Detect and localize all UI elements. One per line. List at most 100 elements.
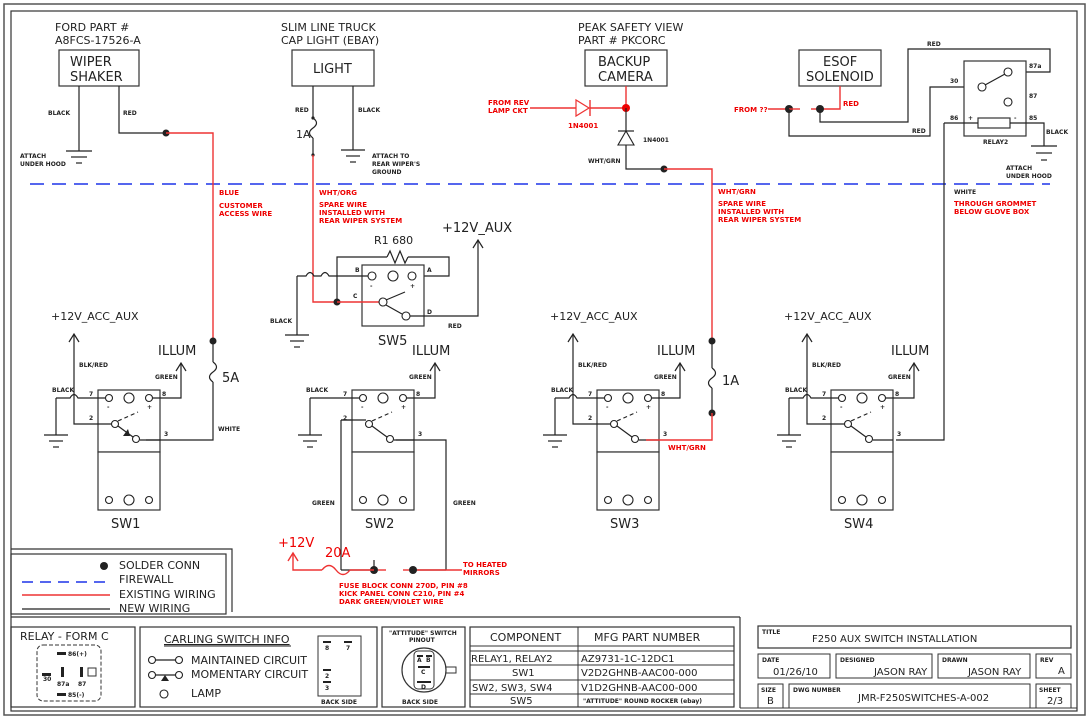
- sw3-wht-grn-label: WHT/GRN: [668, 444, 706, 452]
- fuse-note-3: DARK GREEN/VIOLET WIRE: [339, 598, 444, 606]
- light-black-label: BLACK: [358, 107, 380, 114]
- camera-spare-1: SPARE WIRE: [718, 200, 766, 208]
- drawn-label: DRAWN: [942, 657, 968, 664]
- legend-firewall: FIREWALL: [119, 573, 174, 586]
- sw2-pin-8: 8: [416, 391, 420, 398]
- relay2-pin-87: 87: [1029, 93, 1037, 100]
- fuse-note-2: KICK PANEL CONN C210, PIN #4: [339, 590, 464, 598]
- sw3-supply: +12V_ACC_AUX: [550, 310, 638, 323]
- sw5-red-label: RED: [448, 323, 462, 330]
- camera-label-1: BACKUP: [598, 55, 650, 70]
- drawing-title: F250 AUX SWITCH INSTALLATION: [812, 634, 977, 645]
- sw3-pin-3: 3: [663, 431, 667, 438]
- relay-87a: 87a: [57, 681, 69, 688]
- fuse-1a-light: [308, 117, 318, 139]
- sw5-group: R1 680 +12V_AUX - + B A C D BLACK RED SW…: [270, 221, 512, 349]
- to-heated-1: TO HEATED: [463, 561, 507, 569]
- esof-label-1: ESOF: [823, 55, 857, 70]
- white-wire-label: WHITE: [954, 189, 976, 196]
- fuse-5a: [208, 361, 218, 383]
- wiper-shaker-group: FORD PART # A8FCS-17526-A WIPER SHAKER B…: [20, 21, 272, 340]
- date-label: DATE: [762, 657, 779, 664]
- sw5-plus: +: [410, 283, 415, 290]
- sw4-black-label: BLACK: [785, 387, 807, 394]
- relay-85: 85(-): [68, 692, 85, 699]
- carling-back-side: BACK SIDE: [321, 699, 357, 706]
- relay-30: 30: [43, 676, 51, 683]
- resistor-icon: [386, 249, 409, 265]
- relay2-pin-86: 86: [950, 115, 958, 122]
- sw1-pin-8: 8: [162, 391, 166, 398]
- attitude-pin: A: [417, 657, 422, 664]
- sw4-pin-7: 7: [822, 391, 826, 398]
- light-spare-1: SPARE WIRE: [319, 201, 367, 209]
- dwg-number-label: DWG NUMBER: [793, 687, 841, 694]
- sw1-white-label: WHITE: [218, 426, 240, 433]
- designed-value: JASON RAY: [873, 667, 928, 678]
- light-fuse-label: 1A: [296, 128, 311, 141]
- dwg-number-value: JMR-F250SWITCHES-A-002: [857, 693, 989, 704]
- parts-table: COMPONENT MFG PART NUMBER RELAY1, RELAY2…: [469, 617, 741, 708]
- sw5-pin-b: B: [355, 267, 360, 274]
- legend-solder: SOLDER CONN: [119, 559, 200, 572]
- wiper-note-1: FORD PART #: [55, 21, 129, 34]
- relay-form-c-title: RELAY - FORM C: [20, 630, 109, 643]
- sw3-green-label: GREEN: [654, 374, 677, 381]
- parts-header-part-number: MFG PART NUMBER: [594, 631, 701, 644]
- diode-1-label: 1N4001: [568, 122, 598, 130]
- table-cell: SW2, SW3, SW4: [472, 683, 553, 694]
- plus-sign: +: [880, 404, 885, 411]
- customer-note-2: ACCESS WIRE: [219, 210, 272, 218]
- sw1-green-label: GREEN: [155, 374, 178, 381]
- diode-icon: [617, 129, 635, 146]
- wht-org-label: WHT/ORG: [319, 189, 357, 197]
- carling-pin: 8: [325, 645, 329, 652]
- relay-pinout-icon: 86(+) 30 87a 87 85(-): [36, 644, 102, 702]
- sw4-blk-red-label: BLK/RED: [812, 362, 841, 369]
- fuse-note-1: FUSE BLOCK CONN 270D, PIN #8: [339, 582, 468, 590]
- sw1-illum: ILLUM: [158, 344, 196, 359]
- sw3-black-label: BLACK: [551, 387, 573, 394]
- light-ground-3: GROUND: [372, 169, 402, 176]
- sw5-pin-c: C: [353, 293, 358, 300]
- wiper-ground-note-1: ATTACH: [20, 153, 46, 160]
- camera-spare-2: INSTALLED WITH: [718, 208, 784, 216]
- momentary-circuit: MOMENTARY CIRCUIT: [191, 668, 308, 681]
- designed-label: DESIGNED: [840, 657, 875, 664]
- sw3-switch: 7 823- +SW3ILLUMGREENBLACK+12V_ACC_AUXBLK/…: [543, 310, 695, 532]
- plus-sign: +: [401, 404, 406, 411]
- relay-coil: [977, 117, 1011, 129]
- relay2-name: RELAY2: [983, 139, 1008, 146]
- carling-pin: 2: [325, 673, 329, 680]
- relay2-pin-85: 85: [1029, 115, 1037, 122]
- sw1-black-label: BLACK: [52, 387, 74, 394]
- sw3-pin-2: 2: [588, 415, 592, 422]
- sw4-supply: +12V_ACC_AUX: [784, 310, 872, 323]
- sw3-illum: ILLUM: [657, 344, 695, 359]
- wiper-ground-note-2: UNDER HOOD: [20, 161, 66, 168]
- relay2-black-label: BLACK: [1046, 129, 1068, 136]
- sw3-fuse-label: 1A: [722, 374, 739, 389]
- from-unknown-label: FROM ??: [734, 106, 768, 114]
- wiring-diagram: FORD PART # A8FCS-17526-A WIPER SHAKER B…: [3, 3, 1086, 716]
- size-value: B: [767, 696, 774, 707]
- carling-pin: 3: [325, 685, 329, 692]
- table-cell: SW5: [510, 696, 533, 707]
- camera-down-wire: WHT/GRN: [718, 188, 756, 196]
- light-group: SLIM LINE TRUCK CAP LIGHT (EBAY) LIGHT 1…: [281, 21, 420, 303]
- sw2-pin-3: 3: [418, 431, 422, 438]
- rev-value: A: [1058, 666, 1065, 677]
- fuse-1a: [707, 367, 717, 389]
- parts-header-component: COMPONENT: [490, 631, 562, 644]
- legend-new: NEW WIRING: [119, 602, 190, 615]
- sw1-fuse-label: 5A: [222, 371, 239, 386]
- grommet-note-1: THROUGH GROMMET: [954, 200, 1036, 208]
- sw2-pin-2: 2: [343, 415, 347, 422]
- sw4-illum: ILLUM: [891, 344, 929, 359]
- sw4-pin-8: 8: [895, 391, 899, 398]
- attitude-pin: D: [421, 684, 426, 691]
- light-red-label: RED: [295, 107, 309, 114]
- sw2-illum: ILLUM: [412, 344, 450, 359]
- sw3-pin-8: 8: [661, 391, 665, 398]
- rev-label: REV: [1040, 657, 1054, 664]
